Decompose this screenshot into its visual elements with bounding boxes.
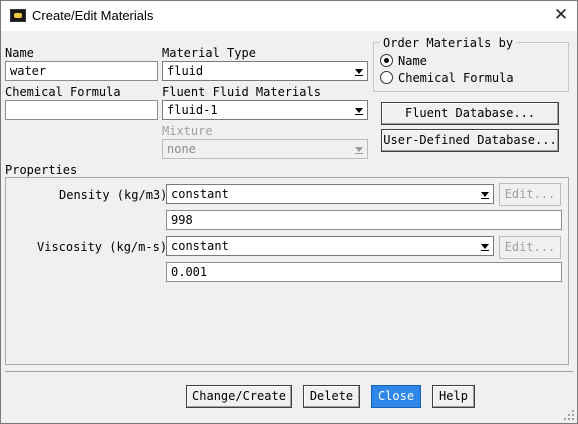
mixture-value: none <box>167 142 196 156</box>
density-label: Density (kg/m3) <box>59 188 168 202</box>
density-method-value: constant <box>171 187 229 201</box>
chemical-formula-label: Chemical Formula <box>5 85 121 99</box>
viscosity-label: Viscosity (kg/m-s) <box>37 240 168 254</box>
viscosity-edit-button: Edit... <box>499 236 561 259</box>
close-icon[interactable]: ✕ <box>547 4 575 28</box>
material-type-label: Material Type <box>162 46 256 60</box>
order-by-formula-label[interactable]: Chemical Formula <box>398 71 514 85</box>
density-method-select[interactable]: constant <box>166 184 494 204</box>
create-edit-materials-dialog: Create/Edit Materials ✕ Name water Mater… <box>0 0 578 424</box>
mixture-select: none <box>162 139 368 159</box>
delete-button[interactable]: Delete <box>303 385 360 408</box>
name-input[interactable]: water <box>5 61 158 81</box>
close-button[interactable]: Close <box>371 385 421 408</box>
chevron-down-icon <box>477 185 493 203</box>
material-type-select[interactable]: fluid <box>162 61 368 81</box>
viscosity-value-input[interactable]: 0.001 <box>166 262 562 282</box>
density-edit-button: Edit... <box>499 183 561 206</box>
properties-title: Properties <box>5 163 78 177</box>
title-bar: Create/Edit Materials ✕ <box>1 1 577 31</box>
chevron-down-icon <box>477 237 493 255</box>
fluent-fluid-materials-select[interactable]: fluid-1 <box>162 100 368 120</box>
viscosity-method-select[interactable]: constant <box>166 236 494 256</box>
user-defined-database-button[interactable]: User-Defined Database... <box>381 129 559 152</box>
order-by-formula-radio[interactable] <box>380 71 393 84</box>
chevron-down-icon <box>351 101 367 119</box>
density-value-input[interactable]: 998 <box>166 210 562 230</box>
order-materials-title: Order Materials by <box>380 36 517 50</box>
chevron-down-icon <box>351 62 367 80</box>
footer-separator <box>5 371 573 372</box>
fluent-fluid-materials-value: fluid-1 <box>167 103 218 117</box>
fluent-database-button[interactable]: Fluent Database... <box>381 102 559 125</box>
window-title: Create/Edit Materials <box>32 8 154 23</box>
chevron-down-icon <box>351 140 367 158</box>
fluent-app-icon <box>10 9 26 22</box>
order-by-name-label[interactable]: Name <box>398 54 427 68</box>
name-label: Name <box>5 46 34 60</box>
help-button[interactable]: Help <box>432 385 475 408</box>
chemical-formula-input[interactable] <box>5 100 158 120</box>
fluent-fluid-materials-label: Fluent Fluid Materials <box>162 85 321 99</box>
material-type-value: fluid <box>167 64 204 78</box>
viscosity-method-value: constant <box>171 239 229 253</box>
change-create-button[interactable]: Change/Create <box>186 385 292 408</box>
mixture-label: Mixture <box>162 124 213 138</box>
order-by-name-radio[interactable] <box>380 54 393 67</box>
resize-grip-icon[interactable] <box>564 410 575 421</box>
